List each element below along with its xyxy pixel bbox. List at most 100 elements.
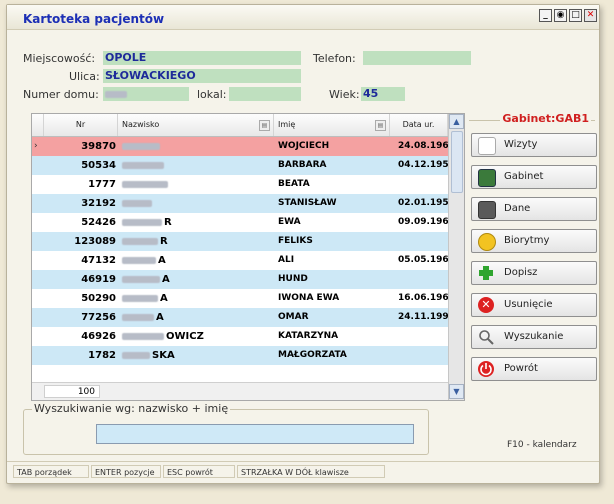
patient-file-window: Kartoteka pacjentów _ ◉ □ ✕ Miejscowość:…	[6, 4, 600, 484]
cell-imie: KATARZYNA	[278, 331, 339, 341]
cell-imie: OMAR	[278, 312, 309, 322]
numer-domu-field[interactable]	[103, 87, 189, 101]
lokal-field[interactable]	[229, 87, 301, 101]
cell-nr: 1782	[88, 350, 116, 361]
table-row[interactable]: 52426 R EWA 09.09.1962	[32, 213, 455, 232]
delete-icon: ✕	[478, 297, 494, 313]
table-row[interactable]: 50290 A IWONA EWA 16.06.1965	[32, 289, 455, 308]
table-row[interactable]: 46926 OWICZ KATARZYNA	[32, 327, 448, 346]
telefon-field[interactable]	[363, 51, 471, 65]
redacted-text	[122, 199, 152, 207]
cell-nr: 77256	[81, 312, 116, 323]
cell-nazwisko	[122, 137, 272, 156]
sort-icon[interactable]: ▤	[259, 120, 270, 131]
cell-nr: 123089	[74, 236, 116, 247]
status-tab: TAB porządek	[13, 465, 89, 478]
redacted-text	[122, 332, 164, 340]
redacted-text	[122, 275, 160, 283]
cell-nazwisko: A	[122, 270, 272, 289]
usuniecie-label: Usunięcie	[504, 299, 553, 310]
dopisz-button[interactable]: Dopisz	[471, 261, 597, 285]
usuniecie-button[interactable]: ✕ Usunięcie	[471, 293, 597, 317]
current-row-pointer-icon: ›	[34, 141, 38, 151]
table-row[interactable]: › 39870 WOJCIECH 24.08.1964	[32, 137, 455, 156]
cell-nr: 39870	[81, 141, 116, 152]
cabinet-icon	[478, 169, 496, 187]
restore-icon[interactable]: ◉	[554, 9, 567, 22]
telefon-label: Telefon:	[313, 52, 356, 65]
patients-table[interactable]: Nr Nazwisko ▤ Imię ▤ Data ur. › 39870 WOJCIE…	[31, 113, 465, 401]
table-row[interactable]: 32192 STANISŁAW 02.01.1953	[32, 194, 455, 213]
cell-imie: EWA	[278, 217, 301, 227]
wizyty-button[interactable]: Wizyty	[471, 133, 597, 157]
header-imie[interactable]: Imię ▤	[274, 114, 390, 136]
cell-nazwisko-suffix: SKA	[152, 350, 175, 361]
status-arrow: STRZAŁKA W DÓŁ klawisze	[237, 465, 385, 478]
cell-nazwisko: R	[122, 232, 272, 251]
search-input[interactable]	[96, 424, 414, 444]
vertical-scrollbar[interactable]: ▲ ▼	[448, 114, 464, 400]
cell-nazwisko-suffix: R	[164, 217, 172, 228]
sort-icon[interactable]: ▤	[375, 120, 386, 131]
ulica-label: Ulica:	[69, 70, 100, 83]
table-row[interactable]: 1777 BEATA	[32, 175, 448, 194]
status-esc: ESC powrót	[163, 465, 235, 478]
cell-nazwisko-suffix: A	[160, 293, 168, 304]
scroll-up-icon[interactable]: ▲	[449, 114, 464, 129]
redacted-text	[122, 142, 160, 150]
table-row[interactable]: 1782 SKA MAŁGORZATA	[32, 346, 448, 365]
table-row[interactable]: 50534 BARBARA 04.12.1957	[32, 156, 455, 175]
record-count: 100	[44, 385, 100, 398]
cell-nazwisko-suffix: A	[158, 255, 166, 266]
close-icon[interactable]: ✕	[584, 9, 597, 22]
cell-nazwisko-suffix: A	[156, 312, 164, 323]
header-imie-label: Imię	[278, 120, 296, 129]
cell-nazwisko: A	[122, 251, 272, 270]
title-bar: Kartoteka pacjentów _ ◉ □ ✕	[7, 5, 599, 30]
cell-nazwisko-suffix: R	[160, 236, 168, 247]
cell-nr: 32192	[81, 198, 116, 209]
table-header: Nr Nazwisko ▤ Imię ▤ Data ur.	[32, 114, 448, 137]
header-nazwisko[interactable]: Nazwisko ▤	[118, 114, 274, 136]
powrot-label: Powrót	[504, 363, 538, 374]
wiek-field[interactable]: 45	[361, 87, 405, 101]
redacted-text	[122, 313, 154, 321]
search-icon	[478, 329, 494, 345]
header-nr[interactable]: Nr	[44, 114, 118, 136]
cell-nazwisko: A	[122, 308, 272, 327]
id-card-icon	[478, 201, 496, 219]
minimize-icon[interactable]: _	[539, 9, 552, 22]
redacted-text	[122, 161, 164, 169]
wyszukanie-button[interactable]: Wyszukanie	[471, 325, 597, 349]
maximize-icon[interactable]: □	[569, 9, 582, 22]
wyszukanie-label: Wyszukanie	[504, 331, 564, 342]
scrollbar-thumb[interactable]	[451, 131, 463, 193]
redacted-text	[122, 237, 158, 245]
powrot-button[interactable]: Powrót	[471, 357, 597, 381]
lokal-label: lokal:	[197, 88, 227, 101]
table-row[interactable]: 123089 R FELIKS	[32, 232, 448, 251]
table-row[interactable]: 47132 A ALI 05.05.1966	[32, 251, 455, 270]
dane-button[interactable]: Dane	[471, 197, 597, 221]
calendar-icon	[478, 137, 496, 155]
cell-imie: IWONA EWA	[278, 293, 340, 303]
cell-nr: 46919	[81, 274, 116, 285]
cell-imie: ALI	[278, 255, 295, 265]
gabinet-button[interactable]: Gabinet	[471, 165, 597, 189]
gabinet-label: Gabinet:GAB1	[500, 112, 591, 125]
redacted-text	[122, 218, 162, 226]
table-row[interactable]: 77256 A OMAR 24.11.1992	[32, 308, 455, 327]
ulica-field[interactable]: SŁOWACKIEGO	[103, 69, 301, 83]
miejscowosc-label: Miejscowość:	[23, 52, 96, 65]
window-title: Kartoteka pacjentów	[23, 12, 165, 26]
table-row[interactable]: 46919 A HUND	[32, 270, 448, 289]
cell-nr: 50534	[81, 160, 116, 171]
redacted-text	[122, 256, 156, 264]
biorytmy-button[interactable]: Biorytmy	[471, 229, 597, 253]
header-data[interactable]: Data ur.	[390, 114, 448, 136]
power-icon	[478, 361, 494, 377]
scroll-down-icon[interactable]: ▼	[449, 384, 464, 399]
miejscowosc-field[interactable]: OPOLE	[103, 51, 301, 65]
cell-nazwisko-suffix: A	[162, 274, 170, 285]
table-footer: 100	[32, 382, 448, 400]
